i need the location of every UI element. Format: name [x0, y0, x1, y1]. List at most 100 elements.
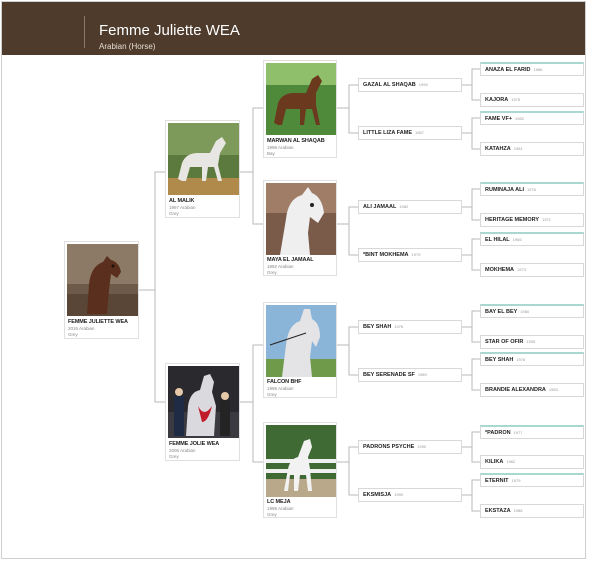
gen2-card-1[interactable]: MARWAN AL SHAQAB 1998 Arabian Bay: [263, 60, 337, 158]
gen3-year: 1989: [417, 372, 427, 377]
gen3-year: 1979: [411, 252, 421, 257]
gen4-year: 1975: [511, 97, 521, 102]
gen2-1-meta-1: 1998 Arabian: [267, 145, 294, 150]
gen1-dam-meta-1: 2006 Arabian: [169, 448, 196, 453]
gen4-year: 1976: [516, 356, 526, 362]
gen4-year: 1982: [506, 459, 516, 464]
gen4-year: 1980: [520, 308, 530, 314]
gen1-sire-meta-1: 1997 Arabian: [169, 205, 196, 210]
gen2-4-name: LC MEJA: [267, 499, 291, 505]
horse-photo: [266, 425, 336, 497]
gen2-4-meta-1: 1998 Arabian: [267, 506, 294, 511]
gen1-sire-meta-2: Grey: [169, 211, 179, 216]
gen3-year: 1990: [394, 492, 404, 497]
gen3-year: 1987: [414, 130, 424, 135]
gen2-2-name: MAYA EL JAMAAL: [267, 257, 314, 263]
gen4-name: KILIKA: [485, 459, 504, 465]
gen3-year: 1995: [418, 82, 428, 87]
gen4-item[interactable]: EKSTAZA 1986: [480, 504, 584, 518]
gen2-1-meta-2: Bay: [267, 151, 275, 156]
gen4-item[interactable]: KAJORA 1975: [480, 93, 584, 107]
gen1-sire-name: AL MALIK: [169, 198, 195, 204]
gen3-year: 1982: [399, 204, 409, 209]
gen4-item[interactable]: BEY SHAH 1976: [480, 352, 584, 366]
gen3-name: EKSMISJA: [363, 492, 392, 498]
subject-card[interactable]: FEMME JULIETTE WEA 2016 Arabian Grey: [64, 241, 139, 339]
gen4-year: 1982: [515, 115, 524, 121]
gen4-name: STAR OF OFIR: [485, 339, 524, 345]
gen4-name: RUMINAJA ALI: [485, 186, 525, 193]
gen4-year: 1976: [527, 186, 536, 192]
gen4-name: ETERNIT: [485, 477, 509, 484]
gen4-item[interactable]: *PADRON 1977: [480, 425, 584, 439]
gen3-item[interactable]: GAZAL AL SHAQAB 1995: [358, 78, 462, 92]
gen4-item[interactable]: BAY EL BEY 1980: [480, 304, 584, 318]
gen4-item[interactable]: ETERNIT 1979: [480, 473, 584, 487]
gen2-1-name: MARWAN AL SHAQAB: [267, 138, 325, 144]
gen3-name: ALI JAMAAL: [363, 204, 397, 210]
gen3-year: 1976: [394, 324, 404, 329]
horse-photo: [266, 63, 336, 135]
gen4-name: EKSTAZA: [485, 508, 511, 514]
gen2-card-2[interactable]: MAYA EL JAMAAL 1992 Arabian Grey: [263, 180, 337, 276]
gen3-item[interactable]: BEY SHAH 1976: [358, 320, 462, 334]
gen4-item[interactable]: RUMINAJA ALI 1976: [480, 182, 584, 196]
subject-meta-2: Grey: [68, 332, 78, 337]
gen3-item[interactable]: LITTLE LIZA FAME 1987: [358, 126, 462, 140]
gen2-card-3[interactable]: FALCON BHF 1998 Arabian Grey: [263, 302, 337, 398]
gen4-item[interactable]: KILIKA 1982: [480, 455, 584, 469]
gen1-dam-name: FEMME JOLIE WEA: [169, 441, 220, 447]
gen3-name: LITTLE LIZA FAME: [363, 130, 412, 136]
gen4-name: BEY SHAH: [485, 356, 514, 363]
gen3-year: 1990: [417, 444, 427, 449]
gen4-item[interactable]: EL HILAL 1965: [480, 232, 584, 246]
gen3-item[interactable]: ALI JAMAAL 1982: [358, 200, 462, 214]
gen4-item[interactable]: STAR OF OFIR 1935: [480, 335, 584, 349]
subject-meta-1: 2016 Arabian: [68, 326, 95, 331]
gen4-year: 1986: [533, 66, 543, 72]
subject-name: FEMME JULIETTE WEA: [68, 319, 128, 325]
gen4-item[interactable]: FAME VF+ 1982: [480, 111, 584, 125]
gen4-year: 1965: [512, 236, 522, 242]
gen4-year: 1971: [542, 217, 551, 222]
gen1-card-dam[interactable]: FEMME JOLIE WEA 2006 Arabian Grey: [165, 363, 240, 461]
gen4-year: 1973: [517, 267, 526, 272]
gen4-item[interactable]: ANAZA EL FARID 1986: [480, 62, 584, 76]
gen4-name: BAY EL BEY: [485, 308, 518, 315]
gen1-card-sire[interactable]: AL MALIK 1997 Arabian Grey: [165, 120, 240, 218]
gen4-name: MOKHEMA: [485, 267, 515, 273]
gen3-name: GAZAL AL SHAQAB: [363, 82, 416, 88]
gen4-item[interactable]: KATAHZA 1981: [480, 142, 584, 156]
gen4-year: 1977: [513, 429, 523, 435]
gen3-item[interactable]: EKSMISJA 1990: [358, 488, 462, 502]
horse-photo: [168, 366, 239, 438]
gen4-name: HERITAGE MEMORY: [485, 217, 540, 223]
horse-photo: [266, 183, 336, 255]
gen2-card-4[interactable]: LC MEJA 1998 Arabian Grey: [263, 422, 337, 518]
gen2-3-name: FALCON BHF: [267, 379, 302, 385]
horse-photo: [168, 123, 239, 195]
gen3-item[interactable]: *BINT MOKHEMA 1979: [358, 248, 462, 262]
gen3-name: BEY SHAH: [363, 324, 392, 330]
gen3-name: BEY SERENADE SF: [363, 372, 415, 378]
gen2-2-meta-2: Grey: [267, 270, 277, 275]
gen4-year: 1981: [513, 146, 523, 151]
gen2-3-meta-1: 1998 Arabian: [267, 386, 294, 391]
horse-photo: [266, 305, 336, 377]
gen4-year: 1986: [513, 508, 523, 513]
gen2-2-meta-1: 1992 Arabian: [267, 264, 294, 269]
pedigree-frame: Femme Juliette WEA Arabian (Horse) FEMME…: [1, 1, 586, 559]
gen3-name: *BINT MOKHEMA: [363, 252, 409, 258]
gen4-item[interactable]: HERITAGE MEMORY 1971: [480, 213, 584, 227]
gen4-name: FAME VF+: [485, 115, 513, 122]
gen4-name: ANAZA EL FARID: [485, 66, 531, 73]
gen4-name: EL HILAL: [485, 236, 510, 243]
gen3-name: PADRONS PSYCHE: [363, 444, 415, 450]
gen4-item[interactable]: BRANDIE ALEXANDRA 1983: [480, 383, 584, 397]
gen3-item[interactable]: PADRONS PSYCHE 1990: [358, 440, 462, 454]
gen3-item[interactable]: BEY SERENADE SF 1989: [358, 368, 462, 382]
gen4-name: BRANDIE ALEXANDRA: [485, 387, 546, 393]
gen2-3-meta-2: Grey: [267, 392, 277, 397]
gen1-dam-meta-2: Grey: [169, 454, 179, 459]
gen4-item[interactable]: MOKHEMA 1973: [480, 263, 584, 277]
